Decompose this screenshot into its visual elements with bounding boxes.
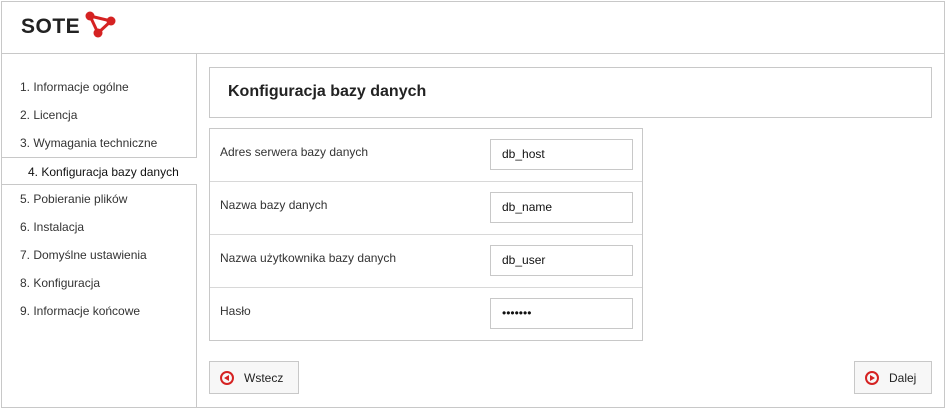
page-title: Konfiguracja bazy danych	[228, 83, 427, 100]
host-input[interactable]: db_host	[490, 139, 633, 170]
step-2[interactable]: 2. Licencja	[2, 101, 196, 129]
back-button[interactable]: Wstecz	[209, 361, 299, 394]
user-input[interactable]: db_user	[490, 245, 633, 276]
arrow-right-icon	[865, 370, 879, 385]
user-label: Nazwa użytkownika bazy danych	[220, 251, 397, 265]
header: SOTE	[2, 2, 944, 54]
step-5[interactable]: 5. Pobieranie plików	[2, 185, 196, 213]
page-title-box: Konfiguracja bazy danych	[209, 67, 932, 118]
form-row-dbname: Nazwa bazy danych db_name	[210, 182, 642, 235]
form-row-password: Hasło •••••••	[210, 288, 642, 341]
db-config-form: Adres serwera bazy danych db_host Nazwa …	[209, 128, 643, 341]
step-6[interactable]: 6. Instalacja	[2, 213, 196, 241]
dbname-input[interactable]: db_name	[490, 192, 633, 223]
logo-icon	[85, 11, 116, 38]
next-button[interactable]: Dalej	[854, 361, 932, 394]
step-4-active[interactable]: 4. Konfiguracja bazy danych	[2, 157, 197, 185]
step-7[interactable]: 7. Domyślne ustawienia	[2, 241, 196, 269]
form-row-user: Nazwa użytkownika bazy danych db_user	[210, 235, 642, 288]
step-8[interactable]: 8. Konfiguracja	[2, 269, 196, 297]
back-button-label: Wstecz	[244, 370, 284, 385]
password-input[interactable]: •••••••	[490, 298, 633, 329]
step-1[interactable]: 1. Informacje ogólne	[2, 73, 196, 101]
password-label: Hasło	[220, 304, 251, 318]
arrow-left-icon	[220, 370, 234, 385]
logo-text: SOTE	[21, 15, 81, 38]
form-row-host: Adres serwera bazy danych db_host	[210, 129, 642, 182]
host-label: Adres serwera bazy danych	[220, 145, 369, 159]
steps-sidebar: 1. Informacje ogólne 2. Licencja 3. Wyma…	[2, 53, 197, 407]
step-3[interactable]: 3. Wymagania techniczne	[2, 129, 196, 157]
step-9[interactable]: 9. Informacje końcowe	[2, 297, 196, 325]
next-button-label: Dalej	[889, 370, 917, 385]
dbname-label: Nazwa bazy danych	[220, 198, 328, 212]
logo: SOTE	[21, 11, 118, 39]
